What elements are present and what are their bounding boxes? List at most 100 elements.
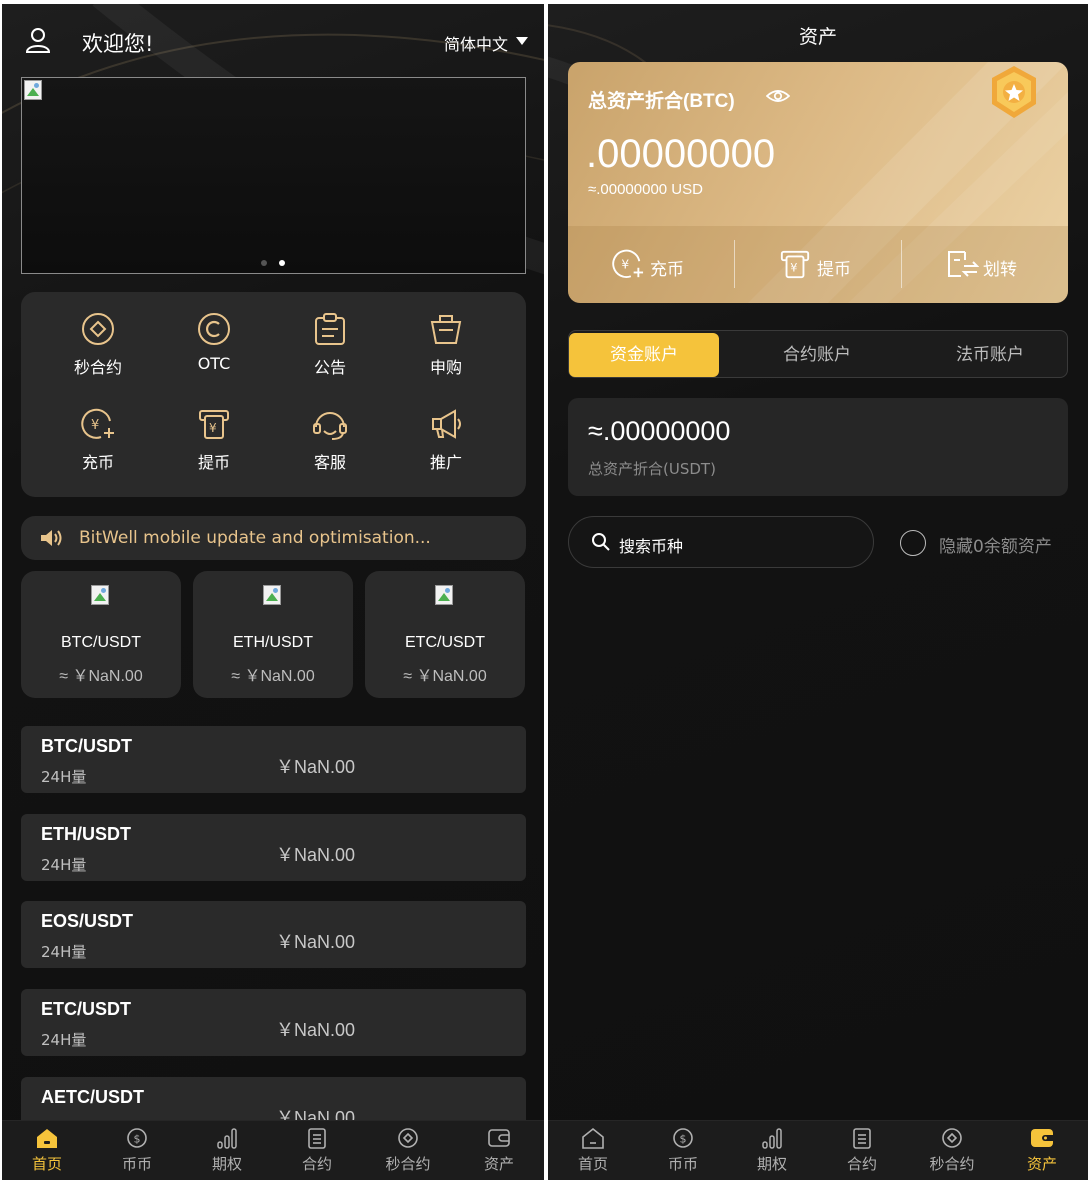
tab-funding-account[interactable]: 资金账户: [569, 333, 719, 377]
divider: [734, 240, 735, 288]
top-bar: 欢迎您! 简体中文: [2, 4, 544, 78]
atm-yen-icon: ¥: [199, 410, 229, 439]
quick-item-withdraw[interactable]: ¥ 提币: [156, 407, 272, 487]
ticker-card[interactable]: ETH/USDT ≈ ￥NaN.00: [193, 571, 353, 698]
nav-home[interactable]: 首页: [2, 1127, 92, 1174]
market-pair: AETC/USDT: [41, 1087, 144, 1107]
speaker-icon: [41, 530, 62, 546]
coin-logo: [91, 585, 109, 605]
nav-spot[interactable]: $ 币币: [638, 1127, 728, 1174]
ticker-pair: ETH/USDT: [233, 634, 313, 651]
balance-amount: ≈.00000000: [588, 416, 731, 446]
market-price: ￥NaN.00: [276, 757, 356, 777]
home-icon: [582, 1127, 604, 1149]
page-title: 资产: [798, 26, 837, 48]
withdraw-label: 提币: [817, 260, 851, 280]
quick-item-label: 充币: [81, 453, 114, 472]
ticker-pair: BTC/USDT: [61, 634, 141, 651]
quick-item-label: 推广: [429, 453, 462, 472]
caret-down-icon[interactable]: [516, 37, 528, 45]
notice-text: BitWell mobile update and optimisation..…: [79, 528, 431, 548]
market-row[interactable]: ETH/USDT 24H量 ￥NaN.00: [21, 814, 526, 881]
nav-options[interactable]: 期权: [182, 1127, 272, 1174]
quick-item-label: 客服: [313, 453, 346, 472]
ticker-pair: ETC/USDT: [405, 634, 485, 651]
user-icon[interactable]: [24, 26, 52, 54]
quick-item-support[interactable]: 客服: [272, 407, 388, 487]
quick-item-label: OTC: [197, 354, 231, 373]
home-screen: 欢迎您! 简体中文 秒合约 OTC 公告 申购 ¥ 充币 ¥ 提币 客服 推广 …: [2, 4, 544, 1180]
radio-button[interactable]: [900, 530, 926, 556]
svg-text:$: $: [680, 1133, 687, 1146]
total-assets-title: 总资产折合(BTC): [588, 91, 735, 112]
headset-icon: [313, 412, 347, 440]
wallet-icon: [488, 1129, 510, 1147]
market-price: ￥NaN.00: [276, 932, 356, 952]
eye-icon[interactable]: [766, 88, 790, 104]
market-volume-label: 24H量: [41, 856, 87, 874]
nav-options[interactable]: 期权: [727, 1127, 817, 1174]
search-icon: [592, 533, 610, 551]
nav-contract[interactable]: 合约: [272, 1127, 362, 1174]
tab-contract-account[interactable]: 合约账户: [742, 333, 892, 377]
tab-fiat-account[interactable]: 法币账户: [915, 333, 1065, 377]
market-pair: EOS/USDT: [41, 911, 134, 931]
carousel-dot[interactable]: [261, 260, 267, 266]
nav-spot[interactable]: $ 币币: [92, 1127, 182, 1174]
quick-item-otc[interactable]: OTC: [156, 312, 272, 392]
hide-zero-balance-label: 隐藏0余额资产: [939, 537, 1052, 557]
nav-contract[interactable]: 合约: [817, 1127, 907, 1174]
bar-signal-icon: [762, 1128, 782, 1149]
nav-assets[interactable]: 资产: [454, 1127, 544, 1174]
coin-search-input[interactable]: 搜索币种: [568, 516, 874, 568]
ticker-price: ≈ ￥NaN.00: [231, 668, 315, 685]
quick-menu: 秒合约 OTC 公告 申购 ¥ 充币 ¥ 提币 客服 推广: [21, 292, 526, 497]
ticker-card[interactable]: ETC/USDT ≈ ￥NaN.00: [365, 571, 525, 698]
ticker-card[interactable]: BTC/USDT ≈ ￥NaN.00: [21, 571, 181, 698]
svg-text:¥: ¥: [209, 421, 217, 435]
market-row[interactable]: EOS/USDT 24H量 ￥NaN.00: [21, 901, 526, 968]
document-icon: [308, 1128, 326, 1149]
language-selector[interactable]: 简体中文: [444, 31, 508, 55]
carousel-dot-active[interactable]: [279, 260, 285, 266]
nav-label: 资产: [1026, 1155, 1057, 1173]
quick-item-announcement[interactable]: 公告: [272, 312, 388, 392]
quick-item-subscribe[interactable]: 申购: [388, 312, 504, 392]
svg-text:$: $: [134, 1133, 141, 1146]
nav-label: 期权: [756, 1155, 787, 1173]
nav-label: 合约: [301, 1155, 332, 1173]
deposit-label: 充币: [650, 260, 684, 280]
divider: [901, 240, 902, 288]
nav-label: 首页: [577, 1155, 608, 1173]
nav-home[interactable]: 首页: [548, 1127, 638, 1174]
market-volume-label: 24H量: [41, 943, 87, 961]
nav-label: 秒合约: [385, 1155, 431, 1173]
balance-card: ≈.00000000 总资产折合(USDT): [568, 398, 1068, 496]
banner-carousel[interactable]: [21, 77, 526, 274]
svg-text:¥: ¥: [790, 262, 797, 275]
total-assets-amount: .00000000: [586, 132, 776, 176]
nav-label: 币币: [121, 1155, 152, 1173]
shopping-basket-icon: [430, 315, 462, 344]
document-icon: [853, 1128, 871, 1149]
market-row[interactable]: BTC/USDT 24H量 ￥NaN.00: [21, 726, 526, 793]
market-row[interactable]: ETC/USDT 24H量 ￥NaN.00: [21, 989, 526, 1056]
svg-text:¥: ¥: [91, 418, 99, 433]
quick-item-promote[interactable]: 推广: [388, 407, 504, 487]
wallet-icon: [1031, 1129, 1053, 1147]
nav-label: 币币: [667, 1155, 698, 1173]
quick-item-label: 秒合约: [73, 358, 122, 377]
nav-assets[interactable]: 资产: [997, 1127, 1087, 1174]
diamond-circle-icon: [82, 313, 114, 345]
notice-bar[interactable]: BitWell mobile update and optimisation..…: [21, 516, 526, 560]
bottom-nav: 首页 $ 币币 期权 合约 秒合约 资产: [548, 1120, 1088, 1180]
ticker-price: ≈ ￥NaN.00: [59, 668, 143, 685]
quick-item-deposit[interactable]: ¥ 充币: [40, 407, 156, 487]
ticker-price: ≈ ￥NaN.00: [403, 668, 487, 685]
account-tabs: 资金账户 合约账户 法币账户: [568, 330, 1068, 378]
nav-label: 首页: [31, 1155, 62, 1173]
quick-item-second-contract[interactable]: 秒合约: [40, 312, 156, 392]
nav-second-contract[interactable]: 秒合约: [363, 1127, 453, 1174]
nav-second-contract[interactable]: 秒合约: [907, 1127, 997, 1174]
nav-label: 秒合约: [929, 1155, 975, 1173]
